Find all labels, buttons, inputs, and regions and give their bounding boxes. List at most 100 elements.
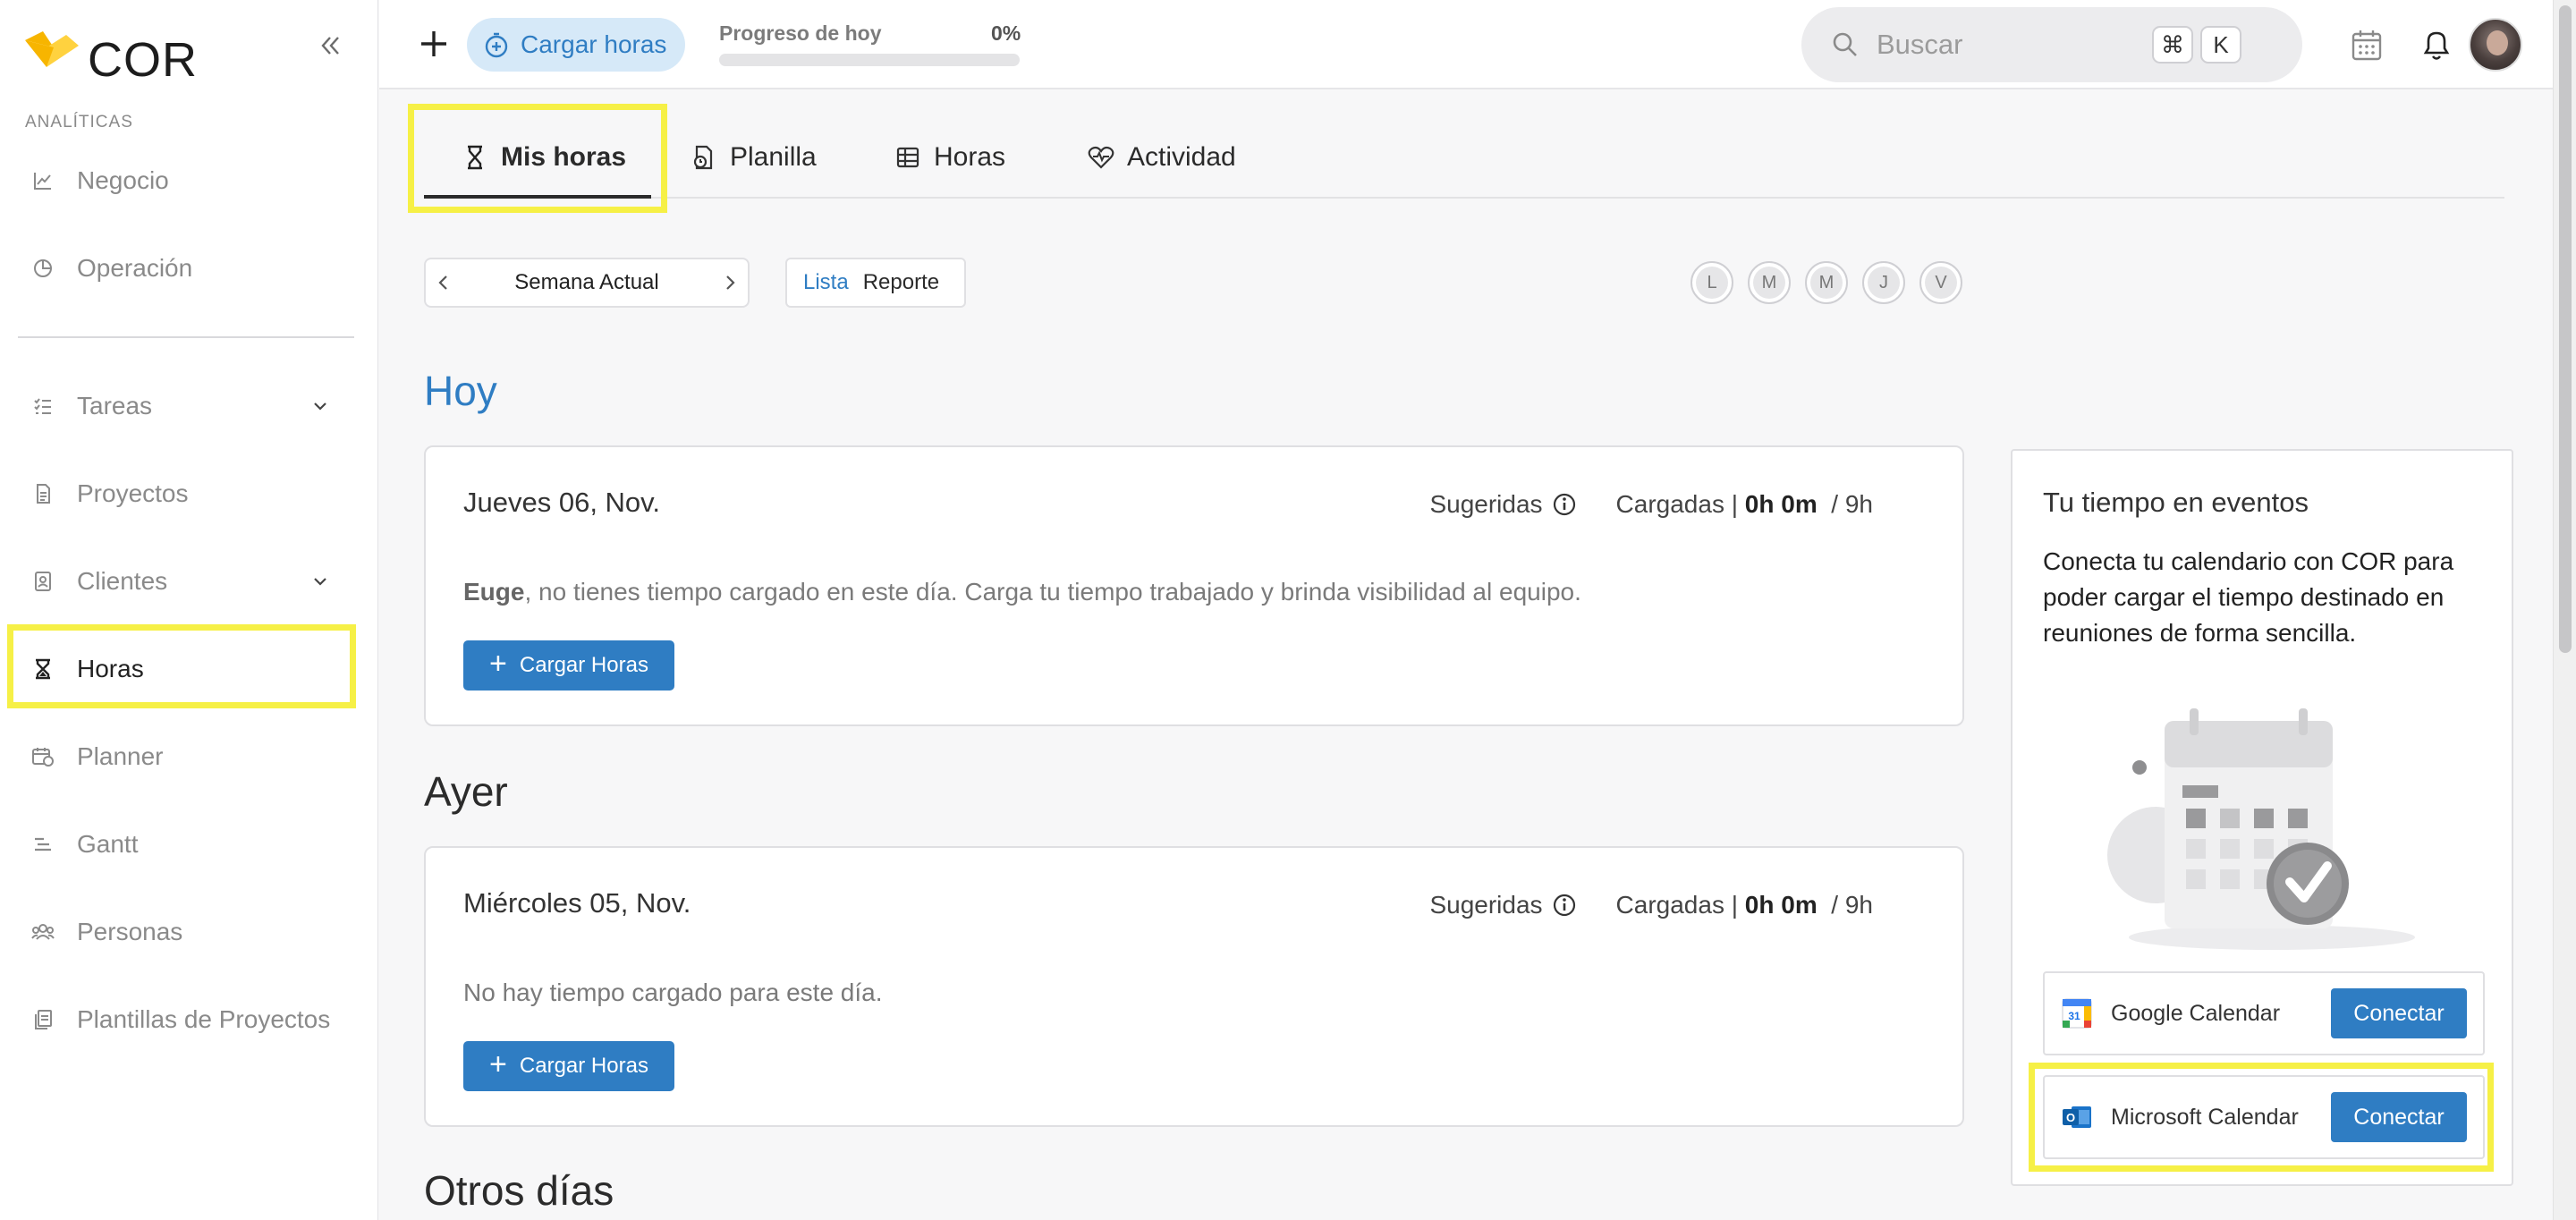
weekday-dot[interactable]: V xyxy=(1919,261,1962,304)
tab-planilla[interactable]: Planilla xyxy=(691,116,817,199)
info-icon[interactable] xyxy=(1552,492,1577,517)
tabs-bar: Mis horas Planilla Horas Actividad xyxy=(424,116,2504,199)
templates-icon xyxy=(30,1007,55,1032)
weekday-letter: J xyxy=(1868,267,1900,299)
connect-google-button[interactable]: Conectar xyxy=(2331,988,2467,1038)
cor-logo-text: COR xyxy=(88,33,198,87)
loaded-value: 0h 0m xyxy=(1744,891,1818,919)
checklist-icon xyxy=(30,394,55,419)
sidebar-item-negocio[interactable]: Negocio xyxy=(18,147,349,215)
sidebar-item-label: Proyectos xyxy=(77,479,189,507)
plus-icon: + xyxy=(489,646,507,681)
cargar-horas-label: Cargar horas xyxy=(521,30,667,58)
weekday-dot[interactable]: J xyxy=(1862,261,1905,304)
timesheet-icon xyxy=(691,144,717,171)
next-week-button[interactable] xyxy=(712,259,748,306)
create-button[interactable] xyxy=(411,21,456,66)
kbd-k-key: K xyxy=(2200,26,2241,64)
tab-horas[interactable]: Horas xyxy=(894,116,1005,199)
chart-line-icon xyxy=(30,168,55,193)
day-card-message: No hay tiempo cargado para este día. xyxy=(463,979,883,1006)
sidebar-item-label: Gantt xyxy=(77,830,139,858)
suggested-label: Sugeridas xyxy=(1429,490,1543,518)
sidebar-item-proyectos[interactable]: Proyectos xyxy=(18,460,349,528)
scrollbar-thumb[interactable] xyxy=(2559,5,2572,653)
button-label: Cargar Horas xyxy=(519,653,648,677)
view-lista-option[interactable]: Lista xyxy=(796,270,856,295)
weekday-dot[interactable]: L xyxy=(1690,261,1733,304)
weekday-letter: M xyxy=(1753,267,1785,299)
button-label: Cargar Horas xyxy=(519,1054,648,1078)
sidebar-item-tareas[interactable]: Tareas xyxy=(18,372,349,440)
tab-label: Horas xyxy=(934,142,1006,172)
sidebar-item-personas[interactable]: Personas xyxy=(18,898,349,966)
cargar-horas-button[interactable]: Cargar horas xyxy=(467,18,685,72)
sidebar-item-clientes[interactable]: Clientes xyxy=(18,547,349,615)
chevrons-left-icon xyxy=(321,37,339,55)
loaded-total: / 9h xyxy=(1831,891,1873,919)
info-icon[interactable] xyxy=(1552,893,1577,918)
sidebar-item-label: Plantillas de Proyectos xyxy=(77,1005,331,1033)
pie-chart-icon xyxy=(30,256,55,281)
events-panel-title: Tu tiempo en eventos xyxy=(2043,487,2309,518)
tab-actividad[interactable]: Actividad xyxy=(1088,116,1236,199)
google-calendar-icon: 31 xyxy=(2062,998,2092,1029)
section-heading-today: Hoy xyxy=(424,368,497,414)
sidebar-item-planner[interactable]: Planner xyxy=(18,723,349,791)
search-box[interactable]: ⌘ K xyxy=(1801,7,2302,82)
weekday-dot[interactable]: M xyxy=(1748,261,1791,304)
day-card-message: Euge, no tienes tiempo cargado en este d… xyxy=(463,578,1581,606)
sidebar-item-label: Tareas xyxy=(77,392,153,419)
topbar: Cargar horas Progreso de hoy 0% ⌘ K xyxy=(379,0,2553,89)
sidebar-item-label: Operación xyxy=(77,254,193,282)
weekday-dot[interactable]: M xyxy=(1805,261,1848,304)
sidebar-divider xyxy=(18,336,354,338)
sidebar-item-operacion[interactable]: Operación xyxy=(18,234,349,302)
cor-logo[interactable]: COR xyxy=(23,25,198,84)
sidebar-item-label: Negocio xyxy=(77,166,169,194)
contact-card-icon xyxy=(30,569,55,594)
calendar-clock-icon xyxy=(30,744,55,769)
weekday-letter: V xyxy=(1925,267,1957,299)
sidebar-item-plantillas[interactable]: Plantillas de Proyectos xyxy=(18,986,349,1054)
loaded-total: / 9h xyxy=(1831,490,1873,518)
user-avatar[interactable] xyxy=(2469,18,2522,72)
sidebar-item-label: Clientes xyxy=(77,567,168,595)
progress-label: Progreso de hoy xyxy=(719,21,882,45)
chevron-down-icon xyxy=(314,578,326,586)
plus-icon xyxy=(421,31,446,56)
week-navigator: Semana Actual xyxy=(424,258,750,308)
bell-icon xyxy=(2423,31,2450,60)
chevron-down-icon xyxy=(314,402,326,411)
heart-pulse-icon xyxy=(1088,144,1114,171)
cargar-horas-today-button[interactable]: + Cargar Horas xyxy=(463,640,674,690)
progress-percent: 0% xyxy=(991,21,1021,45)
table-icon xyxy=(894,144,921,171)
gantt-icon xyxy=(30,832,55,857)
sidebar-section-label: ANALÍTICAS xyxy=(25,113,133,131)
progress-bar xyxy=(719,54,1020,66)
chevron-left-icon xyxy=(438,275,447,290)
day-card-meta: Sugeridas Cargadas | 0h 0m / 9h xyxy=(1429,891,1873,919)
sidebar-item-label: Personas xyxy=(77,918,183,945)
tab-label: Planilla xyxy=(730,142,817,172)
sidebar-item-gantt[interactable]: Gantt xyxy=(18,810,349,878)
previous-week-button[interactable] xyxy=(426,259,462,306)
day-card-yesterday: Miércoles 05, Nov. Sugeridas Cargadas | … xyxy=(424,846,1964,1127)
view-toggle: Lista Reporte xyxy=(785,258,966,308)
notifications-button[interactable] xyxy=(2417,25,2456,64)
calendar-illustration-icon xyxy=(2107,708,2415,950)
calendar-button[interactable] xyxy=(2347,25,2386,64)
people-icon xyxy=(30,919,55,945)
view-reporte-option[interactable]: Reporte xyxy=(856,270,946,295)
section-heading-yesterday: Ayer xyxy=(424,768,508,815)
chevron-right-icon xyxy=(726,275,735,290)
suggested-label: Sugeridas xyxy=(1429,891,1543,919)
week-label: Semana Actual xyxy=(514,270,659,294)
search-input[interactable] xyxy=(1877,29,2145,61)
cargar-horas-yesterday-button[interactable]: + Cargar Horas xyxy=(463,1041,674,1091)
sidebar-item-label: Planner xyxy=(77,742,164,770)
loaded-label: Cargadas | xyxy=(1615,490,1739,518)
collapse-sidebar-button[interactable] xyxy=(315,30,345,61)
page-scrollbar[interactable] xyxy=(2553,0,2576,1220)
